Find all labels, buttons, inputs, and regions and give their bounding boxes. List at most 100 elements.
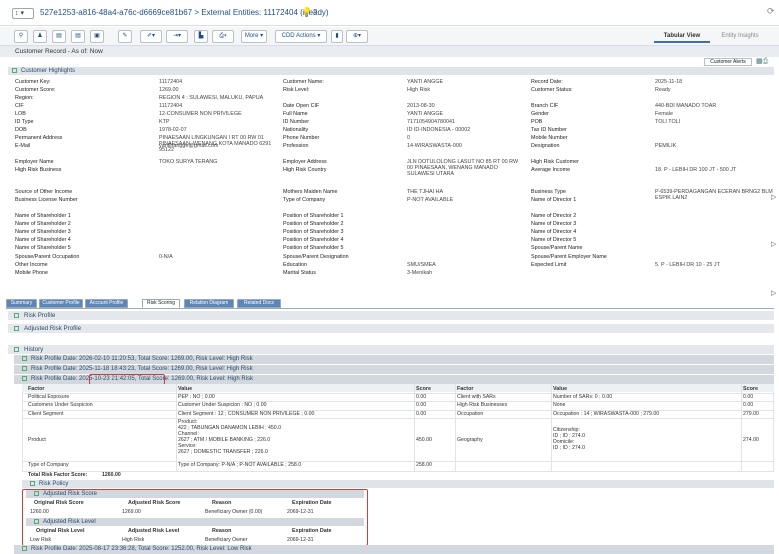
collapse-icon[interactable] (34, 491, 39, 496)
field-label: E-Mail (15, 143, 31, 149)
col-header: Value (553, 386, 568, 392)
field-value: Ready (655, 87, 671, 93)
risk-policy-header[interactable]: Risk Policy (22, 480, 774, 488)
table-cell: Political Exposure (28, 394, 70, 400)
field-value: TOKO SURYA TERANG (159, 159, 218, 165)
field-value: 14-WIRASWASTA-000 (407, 143, 462, 149)
field-label: Position of Shareholder 4 (283, 237, 344, 243)
field-label: Spouse/Parent Employer Name (531, 254, 607, 260)
copy-icon[interactable]: ▮ (331, 30, 343, 43)
navigation-dropdown[interactable]: ↕ ▾ (12, 8, 34, 19)
table-cell: Product: 422 ; TABUNGAN DANAMON LEBIH ; … (178, 419, 282, 455)
refresh-icon[interactable]: ⟳ (767, 6, 775, 17)
network-icon[interactable]: ⚲ (14, 30, 28, 43)
field-label: High Risk Country (283, 167, 327, 173)
history-header[interactable]: History (8, 345, 774, 354)
field-label: Mobile Number (531, 135, 568, 141)
field-label: Position of Shareholder 1 (283, 213, 344, 219)
field-label: Customer Status: (531, 87, 573, 93)
table-cell: Client with SARs (457, 394, 496, 400)
col-divider (741, 384, 742, 472)
table-cell: 274.00 (743, 437, 759, 443)
lightbulb-icon[interactable]: 💡 (301, 7, 312, 18)
field-label: Region: (15, 95, 34, 101)
expand-icon[interactable] (22, 356, 27, 361)
collapse-icon[interactable] (14, 347, 19, 352)
document-icon[interactable]: ▣ (90, 30, 104, 43)
total-score-label: Total Risk Factor Score: (28, 472, 88, 478)
bookmark-icon[interactable]: ▙ (194, 30, 208, 43)
field-label: Average Income (531, 167, 571, 173)
collapse-icon[interactable] (12, 68, 17, 73)
customer-alerts-button[interactable]: Customer Alerts (704, 58, 752, 66)
field-label: Spouse/Parent Name (531, 245, 583, 251)
history-row[interactable]: Risk Profile Date: 2026-02-10 11:20:53, … (14, 355, 774, 364)
field-label: Designation (531, 143, 560, 149)
alert-bar: Customer Alerts ▦⎙ (0, 57, 779, 67)
collapse-icon[interactable] (34, 519, 39, 524)
tab-account-profile[interactable]: Account Profile (85, 299, 128, 308)
field-value: High Risk (407, 87, 431, 93)
zoom-dropdown-icon[interactable]: ⊕▾ (346, 30, 368, 43)
list-icon[interactable]: ▤ (71, 30, 85, 43)
tab-tabular-view[interactable]: Tabular View (654, 30, 710, 43)
expand-icon[interactable] (14, 326, 19, 331)
field-label: Business License Number (15, 197, 78, 203)
record-bar: Customer Record - As of: Now (0, 46, 779, 57)
expand-arrow-icon[interactable]: ▷ (771, 289, 776, 297)
expand-arrow-icon[interactable]: ▷ (771, 193, 776, 201)
history-row[interactable]: Risk Profile Date: 2025-11-18 18:43:23, … (14, 365, 774, 374)
total-score-value: 1260.00 (102, 472, 121, 478)
attachment-icon[interactable]: ✎ (118, 30, 132, 43)
tab-entity-insights[interactable]: Entity Insights (712, 30, 768, 43)
tab-relation-diagram[interactable]: Relation Diagram (184, 299, 234, 308)
expand-icon[interactable] (22, 546, 27, 551)
field-value: REGION 4 : SULAWESI, MALUKU, PAPUA (159, 95, 264, 101)
field-value: 11172404 (159, 103, 183, 109)
cell: 1260.00 (30, 509, 49, 515)
tab-related-docs[interactable]: Related Docs (237, 299, 281, 308)
adjusted-risk-score-header[interactable]: Adjusted Risk Score (26, 490, 364, 498)
tab-risk-scoring[interactable]: Risk Scoring (142, 299, 180, 308)
col-header: Original Risk Level (36, 528, 85, 534)
print-icon[interactable]: ▦⎙ (756, 57, 768, 66)
expand-icon[interactable] (30, 481, 35, 486)
adjusted-risk-level-header[interactable]: Adjusted Risk Level (26, 518, 364, 526)
record-tabs: Summary Customer Profile Account Profile… (6, 299, 406, 308)
field-label: Name of Shareholder 4 (15, 237, 71, 243)
history-row[interactable]: Risk Profile Date: 2025-08-17 23:36:28, … (14, 545, 774, 554)
collapse-icon[interactable] (22, 376, 27, 381)
field-label: Employer Name (15, 159, 54, 165)
tab-customer-profile[interactable]: Customer Profile (39, 299, 83, 308)
table-cell: PEP : NO ; 0.00 (178, 394, 215, 400)
field-label: Nationality (283, 127, 309, 133)
col-header: Adjusted Risk Level (128, 528, 180, 534)
field-label: LOB (15, 111, 26, 117)
table-cell: 279.00 (743, 411, 759, 417)
users-icon[interactable]: ♟ (33, 30, 47, 43)
more-button[interactable]: More ▾ (241, 30, 267, 43)
print-dropdown-icon[interactable]: ⎙▾ (212, 30, 234, 43)
help-icon[interactable]: ? (313, 8, 317, 17)
field-value: 18. P - LEBIH DR 100 JT - 500 JT (655, 167, 737, 173)
table-cell: High Risk Businesses (457, 402, 508, 408)
risk-profile-header[interactable]: Risk Profile (8, 311, 774, 320)
report-icon[interactable]: ▤ (52, 30, 66, 43)
field-label: Marital Status (283, 270, 316, 276)
adjusted-risk-profile-header[interactable]: Adjusted Risk Profile (8, 324, 774, 333)
col-header: Score (416, 386, 431, 392)
field-label: Spouse/Parent Occupation (15, 254, 80, 260)
cdd-actions-button[interactable]: CDD Actions ▾ (275, 30, 327, 43)
expand-arrow-icon[interactable]: ▷ (771, 240, 776, 248)
expand-icon[interactable] (22, 366, 27, 371)
customer-highlights-header[interactable]: Customer Highlights (8, 67, 774, 75)
field-value: 2025-11-18 (655, 79, 683, 85)
tag-dropdown-icon[interactable]: ✐▾ (140, 30, 162, 43)
field-label: Name of Shareholder 1 (15, 213, 71, 219)
factor-table-frame (22, 384, 774, 472)
table-cell: 0.00 (416, 394, 427, 400)
export-dropdown-icon[interactable]: ⇥▾ (166, 30, 188, 43)
expand-icon[interactable] (14, 313, 19, 318)
table-cell: 450.00 (416, 437, 432, 443)
tab-summary[interactable]: Summary (6, 299, 37, 308)
